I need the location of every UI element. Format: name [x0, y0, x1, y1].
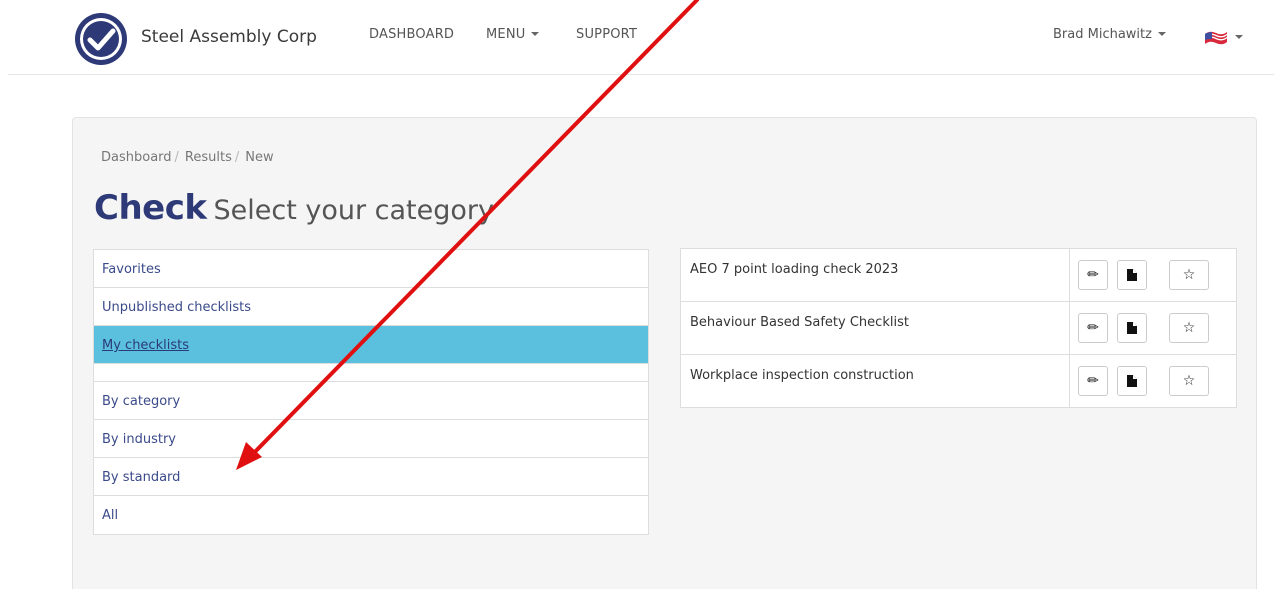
edit-button[interactable]: ✏ [1078, 313, 1108, 343]
table-row: Behaviour Based Safety Checklist ✏ ☆ [681, 302, 1236, 355]
category-item-by-industry[interactable]: By industry [94, 420, 648, 458]
document-button[interactable] [1117, 313, 1147, 343]
star-icon: ☆ [1182, 267, 1196, 283]
table-row: Workplace inspection construction ✏ ☆ [681, 355, 1236, 407]
top-navbar: Steel Assembly Corp DASHBOARD MENU SUPPO… [0, 0, 1274, 76]
checklist-name[interactable]: Behaviour Based Safety Checklist [690, 315, 909, 330]
pencil-icon: ✏ [1087, 373, 1099, 389]
page-title-main: Check [94, 188, 207, 228]
nav-support-link[interactable]: SUPPORT [576, 27, 637, 42]
user-name: Brad Michawitz [1053, 27, 1152, 42]
checklist-table: AEO 7 point loading check 2023 ✏ ☆ Behav… [680, 248, 1237, 408]
page-title: Check Select your category [94, 188, 494, 228]
breadcrumb-current: New [245, 150, 274, 165]
document-button[interactable] [1117, 260, 1147, 290]
breadcrumb-results[interactable]: Results [185, 150, 232, 165]
check-badge-icon[interactable] [73, 12, 129, 66]
favorite-button[interactable]: ☆ [1169, 260, 1209, 290]
document-icon [1127, 269, 1137, 281]
nav-menu-label: MENU [486, 27, 526, 42]
breadcrumb: Dashboard / Results / New [101, 150, 274, 165]
category-item-favorites[interactable]: Favorites [94, 250, 648, 288]
us-flag-icon [1204, 31, 1228, 44]
edit-button[interactable]: ✏ [1078, 366, 1108, 396]
star-icon: ☆ [1182, 373, 1196, 389]
category-item-all[interactable]: All [94, 496, 648, 534]
chevron-down-icon [1235, 34, 1243, 39]
favorite-button[interactable]: ☆ [1169, 366, 1209, 396]
chevron-down-icon [1157, 31, 1166, 36]
breadcrumb-dashboard[interactable]: Dashboard [101, 150, 172, 165]
document-icon [1127, 375, 1137, 387]
document-button[interactable] [1117, 366, 1147, 396]
category-item-empty [94, 364, 648, 382]
category-item-by-standard[interactable]: By standard [94, 458, 648, 496]
document-icon [1127, 322, 1137, 334]
checklist-name[interactable]: Workplace inspection construction [690, 368, 914, 383]
table-row: AEO 7 point loading check 2023 ✏ ☆ [681, 249, 1236, 302]
category-item-my-checklists[interactable]: My checklists [94, 326, 648, 364]
category-list: Favorites Unpublished checklists My chec… [93, 249, 649, 535]
checklist-name[interactable]: AEO 7 point loading check 2023 [690, 262, 898, 277]
star-icon: ☆ [1182, 320, 1196, 336]
category-item-by-category[interactable]: By category [94, 382, 648, 420]
favorite-button[interactable]: ☆ [1169, 313, 1209, 343]
chevron-down-icon [531, 31, 540, 36]
pencil-icon: ✏ [1087, 320, 1099, 336]
language-dropdown[interactable] [1203, 27, 1243, 44]
edit-button[interactable]: ✏ [1078, 260, 1108, 290]
nav-menu-dropdown[interactable]: MENU [486, 27, 540, 42]
category-item-unpublished[interactable]: Unpublished checklists [94, 288, 648, 326]
nav-dashboard-link[interactable]: DASHBOARD [369, 27, 454, 42]
user-menu-dropdown[interactable]: Brad Michawitz [1053, 27, 1166, 42]
pencil-icon: ✏ [1087, 267, 1099, 283]
page-title-sub: Select your category [213, 195, 494, 226]
brand-name[interactable]: Steel Assembly Corp [141, 27, 317, 47]
navbar-divider [8, 74, 1274, 75]
